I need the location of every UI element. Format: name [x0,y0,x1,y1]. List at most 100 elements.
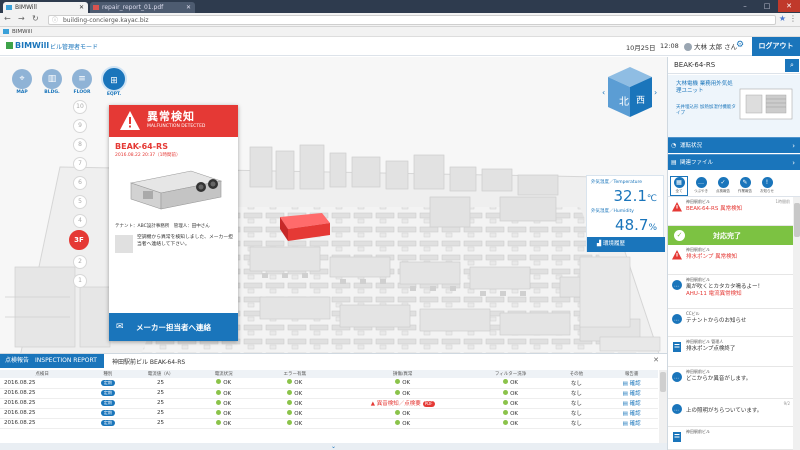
complete-action-button[interactable]: ✓ 対応完了 [668,226,793,245]
report-link[interactable]: ▤ 確認 [623,411,641,417]
feed-scrollbar[interactable] [793,197,800,450]
url-field[interactable]: ⓘ building-concierge.kayac.biz [48,15,776,25]
floor-4[interactable]: 4 [73,214,87,228]
current-value: OK [223,380,232,387]
floor-8[interactable]: 8 [73,138,87,152]
cell-damage: OK [402,420,411,427]
alert-timestamp: 2016.08.22 20:37（1時間前） [115,153,181,158]
address-bar: ← → ↻ ⓘ building-concierge.kayac.biz ★ ⋮ [0,13,800,27]
gear-icon[interactable]: ⚙ [736,40,744,50]
forward-icon[interactable]: → [18,14,25,23]
cell-damage: OK [402,410,411,417]
window-controls: – □ ✕ [734,0,800,12]
nav-floor-button[interactable]: ≡ [72,69,92,89]
expand-report-icon[interactable]: ⌄ [0,443,667,450]
search-icon[interactable]: ⌕ [785,59,799,72]
alert-header: 異常検知 MALFUNCTION DETECTED [109,105,238,137]
report-link[interactable]: ▤ 確認 [623,391,641,397]
filter-value: OK [510,420,519,427]
floor-3-current[interactable]: 3F [69,230,89,250]
tab-notice[interactable]: ! お知らせ [758,177,776,194]
cell-date: 2016.08.25 [0,398,85,409]
search-input[interactable]: BEAK-64-RS [674,61,715,69]
filter-value: OK [510,400,519,407]
tab-work[interactable]: ✎ 作業報告 [736,177,754,194]
reload-icon[interactable]: ↻ [32,14,39,23]
floor-icon: ≡ [78,74,86,84]
floor-5[interactable]: 5 [73,195,87,209]
report-tab[interactable]: 点検報告 INSPECTION REPORT [0,354,104,368]
feed-item[interactable]: … 神田駅前ビル 風が吹くとカタカタ鳴るよー！ AHU-11 電流異常検知 [668,275,793,309]
ok-dot-icon [395,419,401,425]
feed-item[interactable]: … 神田駅前ビル どこからか異音がします。 [668,367,793,399]
alert-title: 異常検知 [147,110,195,123]
browser-tab-bimwill[interactable]: BIMWill ✕ [3,2,88,13]
feed-item[interactable]: 神田駅前ビル [668,427,793,450]
cell-filter: OK [473,418,548,429]
cell-report: ▤ 確認 [605,388,658,399]
feed-item[interactable]: … 9/2 上の照明がちらついています。 [668,399,793,427]
tab-inspection[interactable]: ✓ 点検報告 [714,177,732,194]
chat-icon: … [672,372,682,382]
feed-item[interactable]: 神田駅前ビル 管理人 排水ポンプ点検終了 [668,337,793,367]
nav-bldg-label: BLDG. [44,90,60,95]
bookmark-star-icon[interactable]: ★ [779,14,786,23]
floor-10[interactable]: 10 [73,100,87,114]
temperature-label: 外気温度／Temperature [591,180,643,185]
floor-6[interactable]: 6 [73,176,87,190]
report-header: 点検報告 INSPECTION REPORT 神田駅前ビル BEAK-64-RS… [0,354,667,368]
tab-all[interactable]: ▦ 全て [670,176,688,196]
grid-icon: ▦ [673,177,685,188]
close-tab-icon[interactable]: ✕ [186,2,191,13]
browser-menu-icon[interactable]: ⋮ [789,14,797,23]
app-logo[interactable]: BIMWill [6,41,49,50]
building-3d-view[interactable]: ⌖ MAP ▥ BLDG. ≡ FLOOR ⊞ EQPT. 10 9 8 7 6… [0,57,667,450]
browser-tab-pdf[interactable]: repair_report_01.pdf ✕ [90,2,195,13]
report-scrollbar[interactable] [659,370,667,444]
report-link[interactable]: ▤ 確認 [623,421,641,427]
ok-dot-icon [395,409,401,415]
nav-map-button[interactable]: ⌖ [12,69,32,89]
page-info-icon[interactable]: ⓘ [52,16,58,25]
floor-7[interactable]: 7 [73,157,87,171]
close-window-icon[interactable]: ✕ [778,0,800,12]
ok-dot-icon [216,389,222,395]
logout-button[interactable]: ログアウト [752,37,800,56]
floor-2[interactable]: 2 [73,255,87,269]
inspection-table: 点検日 種別 電流値（A） 電流状況 エラー有無 損傷/異常 フィルター洗浄 そ… [0,370,658,429]
user-menu[interactable]: 大林 太郎 さん [684,41,737,51]
operation-status-button[interactable]: ◔ 運転状況 › [668,137,800,153]
nav-bldg-button[interactable]: ▥ [42,69,62,89]
bookmark-bimwill[interactable]: BIMWill [12,29,32,35]
compass-cube[interactable]: 北 西 ‹ › [600,65,660,125]
scroll-thumb[interactable] [794,203,800,237]
contact-maker-button[interactable]: ✉ メーカー担当者へ連絡 [109,313,238,341]
back-icon[interactable]: ← [4,14,11,23]
cell-filter: OK [473,398,548,409]
feed-item[interactable]: 神田駅前ビル 1時間前 BEAK-64-RS 異常検知 [668,197,793,226]
environment-history-button[interactable]: ▟ 環境履歴 [587,237,665,252]
tab-tweets[interactable]: … つぶやき [692,177,710,194]
minimize-icon[interactable]: – [734,0,756,12]
svg-text:…: … [674,375,679,381]
feed-item[interactable]: … CCビル テナントからのお知らせ [668,309,793,337]
ok-dot-icon [287,389,293,395]
activity-feed[interactable]: 神田駅前ビル 1時間前 BEAK-64-RS 異常検知 神田駅前ビル 排水ポンプ 異常検… [668,197,793,450]
cell-current: OK [189,388,258,399]
type-badge: 定期 [100,410,115,416]
close-icon[interactable]: ✕ [653,356,659,364]
bookmarks-bar: BIMWill [0,27,800,37]
pdf-badge[interactable]: PDF [422,401,435,407]
report-link[interactable]: ▤ 確認 [623,401,641,407]
nav-eqpt-button[interactable]: ⊞ [101,66,127,92]
scroll-thumb[interactable] [660,372,666,392]
cell-error: OK [257,418,332,429]
maximize-icon[interactable]: □ [756,0,778,12]
report-link[interactable]: ▤ 確認 [623,381,641,387]
current-value: OK [223,410,232,417]
close-tab-icon[interactable]: ✕ [79,2,84,13]
feed-item[interactable]: 神田駅前ビル 排水ポンプ 異常検知 [668,245,793,275]
related-files-button[interactable]: ▤ 関連ファイル › [668,154,800,170]
floor-9[interactable]: 9 [73,119,87,133]
floor-1[interactable]: 1 [73,274,87,288]
